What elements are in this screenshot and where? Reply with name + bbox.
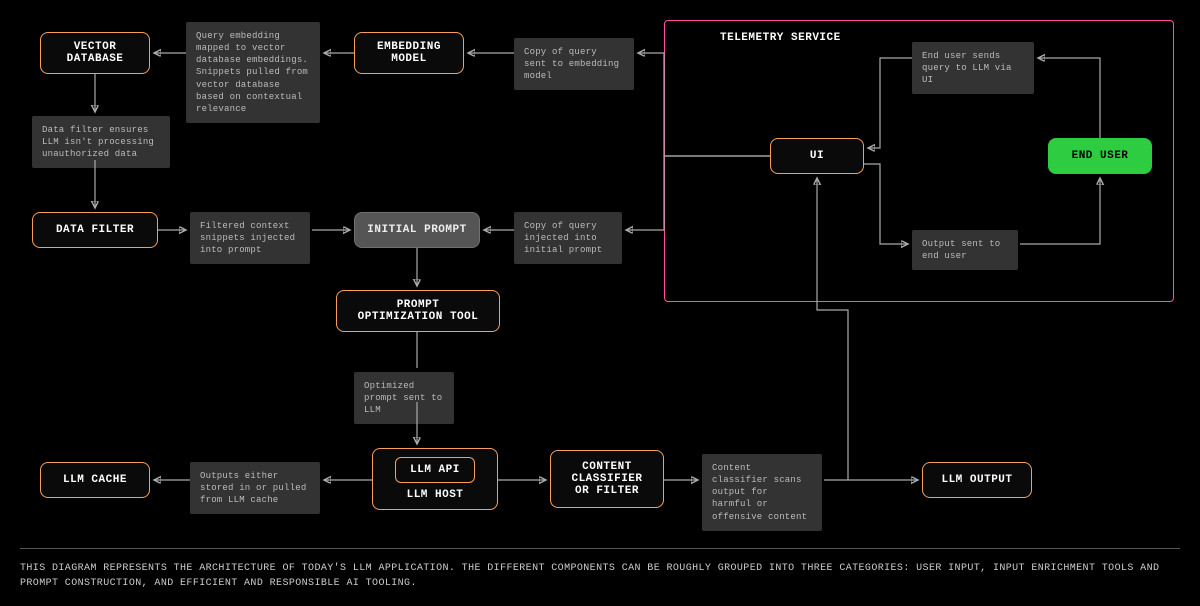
node-data-filter: DATA FILTER — [32, 212, 158, 248]
node-llm-host: LLM API LLM HOST — [372, 448, 498, 510]
node-llm-output: LLM OUTPUT — [922, 462, 1032, 498]
node-ui: UI — [770, 138, 864, 174]
node-llm-cache: LLM CACHE — [40, 462, 150, 498]
footer-divider — [20, 548, 1180, 549]
node-label: DATA FILTER — [56, 224, 134, 236]
node-vector-database: VECTOR DATABASE — [40, 32, 150, 74]
node-llm-api: LLM API — [395, 457, 475, 483]
note-query-embedding: Query embedding mapped to vector databas… — [186, 22, 320, 123]
node-content-classifier: CONTENT CLASSIFIER OR FILTER — [550, 450, 664, 508]
telemetry-label: TELEMETRY SERVICE — [720, 32, 841, 44]
node-label: CONTENT CLASSIFIER OR FILTER — [571, 461, 642, 497]
node-end-user: END USER — [1048, 138, 1152, 174]
node-llm-host-label: LLM HOST — [407, 489, 464, 501]
note-send-query: End user sends query to LLM via UI — [912, 42, 1034, 94]
note-output-sent: Output sent to end user — [912, 230, 1018, 270]
node-label: UI — [810, 150, 824, 162]
note-outputs-cache: Outputs either stored in or pulled from … — [190, 462, 320, 514]
node-prompt-optimization: PROMPT OPTIMIZATION TOOL — [336, 290, 500, 332]
node-label: INITIAL PROMPT — [367, 224, 466, 236]
footer-text: THIS DIAGRAM REPRESENTS THE ARCHITECTURE… — [20, 562, 1180, 591]
node-initial-prompt: INITIAL PROMPT — [354, 212, 480, 248]
node-label: LLM OUTPUT — [941, 474, 1012, 486]
note-filtered-ctx: Filtered context snippets injected into … — [190, 212, 310, 264]
node-label: PROMPT OPTIMIZATION TOOL — [358, 299, 479, 323]
node-label: LLM CACHE — [63, 474, 127, 486]
node-embedding-model: EMBEDDING MODEL — [354, 32, 464, 74]
note-opt-prompt: Optimized prompt sent to LLM — [354, 372, 454, 424]
note-copy-initial: Copy of query injected into initial prom… — [514, 212, 622, 264]
node-label: EMBEDDING MODEL — [377, 41, 441, 65]
note-data-filter: Data filter ensures LLM isn't processing… — [32, 116, 170, 168]
note-copy-embed: Copy of query sent to embedding model — [514, 38, 634, 90]
node-label: VECTOR DATABASE — [67, 41, 124, 65]
note-classifier-scan: Content classifier scans output for harm… — [702, 454, 822, 531]
node-label: END USER — [1072, 150, 1129, 162]
